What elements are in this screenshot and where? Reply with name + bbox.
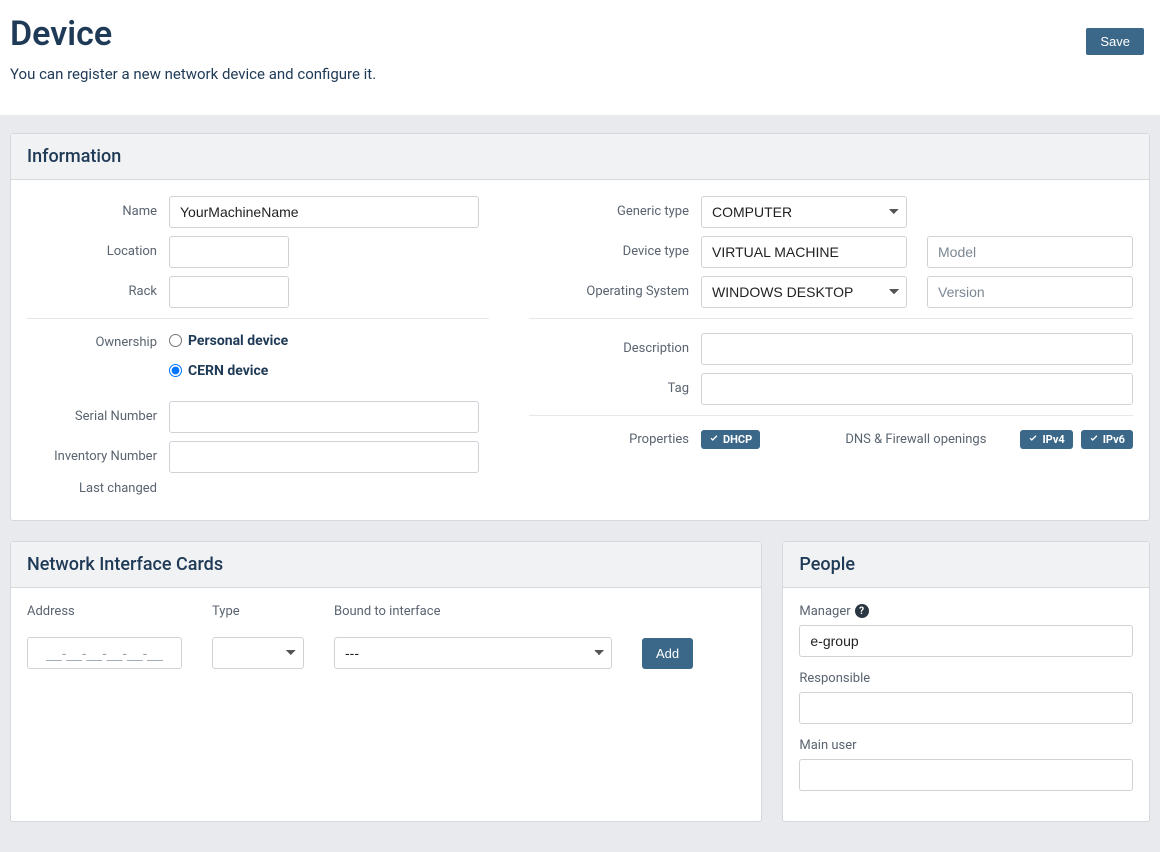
ownership-personal-radio[interactable]: [169, 334, 182, 347]
manager-input[interactable]: [799, 625, 1133, 657]
nic-panel-title: Network Interface Cards: [11, 542, 761, 588]
page-subtitle: You can register a new network device an…: [10, 65, 376, 83]
responsible-input[interactable]: [799, 692, 1133, 724]
responsible-label: Responsible: [799, 671, 1133, 686]
model-input[interactable]: [927, 236, 1133, 268]
page-body: Information Name Location: [0, 115, 1160, 852]
tag-input[interactable]: [701, 373, 1133, 405]
os-label: Operating System: [529, 284, 689, 299]
dns-firewall-label: DNS & Firewall openings: [845, 432, 986, 447]
manager-label: Manager: [799, 604, 850, 619]
main-user-label: Main user: [799, 738, 1133, 753]
information-panel: Information Name Location: [10, 133, 1150, 521]
nic-bound-label: Bound to interface: [334, 604, 612, 619]
location-label: Location: [27, 244, 157, 259]
save-button[interactable]: Save: [1086, 28, 1144, 55]
separator: [27, 318, 489, 319]
rack-input[interactable]: [169, 276, 289, 308]
rack-label: Rack: [27, 284, 157, 299]
generic-type-label: Generic type: [529, 204, 689, 219]
nic-address-input[interactable]: [27, 637, 182, 669]
version-input[interactable]: [927, 276, 1133, 308]
last-changed-label: Last changed: [27, 481, 157, 496]
description-label: Description: [529, 341, 689, 356]
location-input[interactable]: [169, 236, 289, 268]
people-panel: People Manager ? Responsible Main user: [782, 541, 1150, 822]
ownership-personal-option[interactable]: Personal device: [169, 333, 288, 349]
nic-type-select[interactable]: [212, 637, 304, 669]
check-icon: [1028, 434, 1038, 444]
os-select[interactable]: WINDOWS DESKTOP: [701, 276, 907, 308]
ipv4-badge[interactable]: IPv4: [1020, 430, 1072, 449]
separator: [529, 318, 1133, 319]
nic-add-button[interactable]: Add: [642, 638, 693, 669]
tag-label: Tag: [529, 381, 689, 396]
nic-type-label: Type: [212, 604, 304, 619]
help-icon[interactable]: ?: [855, 604, 869, 618]
nic-address-label: Address: [27, 604, 182, 619]
inventory-label: Inventory Number: [27, 449, 157, 464]
device-type-input[interactable]: [701, 236, 907, 268]
name-input[interactable]: [169, 196, 479, 228]
page-title: Device: [10, 14, 376, 55]
ipv4-badge-label: IPv4: [1042, 433, 1064, 446]
people-panel-title: People: [783, 542, 1149, 588]
ownership-personal-label: Personal device: [188, 333, 288, 349]
generic-type-select[interactable]: COMPUTER: [701, 196, 907, 228]
check-icon: [1089, 434, 1099, 444]
nic-panel: Network Interface Cards Address Type Bou…: [10, 541, 762, 822]
separator: [529, 415, 1133, 416]
ipv6-badge[interactable]: IPv6: [1081, 430, 1133, 449]
ipv6-badge-label: IPv6: [1103, 433, 1125, 446]
serial-label: Serial Number: [27, 409, 157, 424]
ownership-label: Ownership: [27, 333, 157, 350]
name-label: Name: [27, 204, 157, 219]
ownership-cern-label: CERN device: [188, 363, 268, 379]
check-icon: [709, 434, 719, 444]
device-type-label: Device type: [529, 244, 689, 259]
ownership-cern-radio[interactable]: [169, 364, 182, 377]
properties-label: Properties: [529, 432, 689, 447]
description-input[interactable]: [701, 333, 1133, 365]
main-user-input[interactable]: [799, 759, 1133, 791]
dhcp-badge[interactable]: DHCP: [701, 430, 760, 449]
dhcp-badge-label: DHCP: [723, 433, 752, 446]
serial-input[interactable]: [169, 401, 479, 433]
ownership-cern-option[interactable]: CERN device: [169, 363, 268, 379]
information-panel-title: Information: [11, 134, 1149, 180]
page-header: Device You can register a new network de…: [0, 0, 1160, 115]
nic-bound-select[interactable]: ---: [334, 637, 612, 669]
inventory-input[interactable]: [169, 441, 479, 473]
